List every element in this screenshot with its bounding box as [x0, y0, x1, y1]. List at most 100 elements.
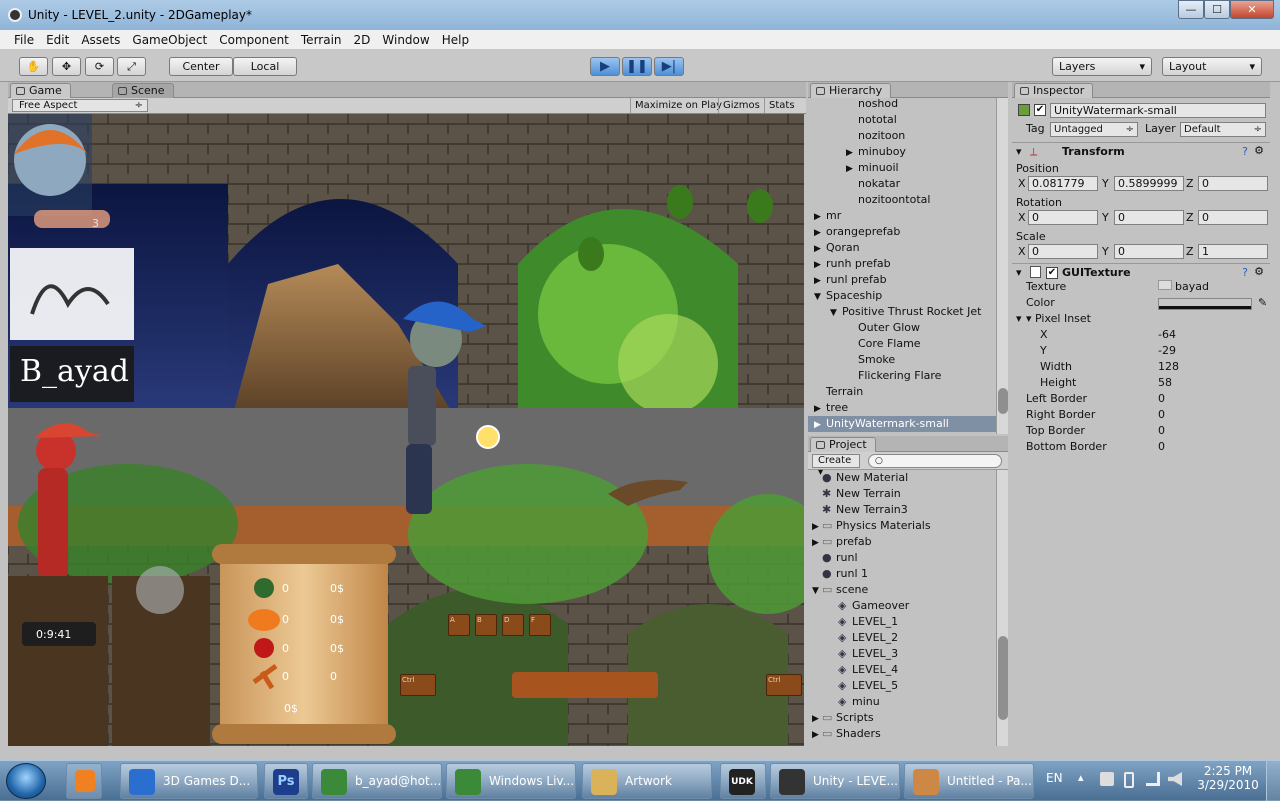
- close-button[interactable]: ✕: [1230, 0, 1274, 19]
- maximize-button[interactable]: ☐: [1204, 0, 1230, 19]
- hierarchy-item[interactable]: ▶ runh prefab: [808, 256, 996, 272]
- hierarchy-item[interactable]: ▶ tree: [808, 400, 996, 416]
- project-scrollbar[interactable]: [996, 470, 1008, 746]
- project-search-input[interactable]: ○: [868, 454, 1002, 468]
- hierarchy-scrollbar[interactable]: [996, 98, 1008, 434]
- menu-terrain[interactable]: Terrain: [295, 33, 348, 47]
- scale-x-field[interactable]: 0: [1028, 244, 1098, 259]
- hierarchy-item[interactable]: Smoke: [808, 352, 996, 368]
- hierarchy-item[interactable]: Outer Glow: [808, 320, 996, 336]
- help-icon[interactable]: ?: [1242, 266, 1248, 279]
- hierarchy-item[interactable]: nozitoon: [808, 128, 996, 144]
- project-item[interactable]: ◈ LEVEL_4: [808, 662, 996, 678]
- expand-arrow-icon[interactable]: ▼: [812, 583, 822, 599]
- start-button[interactable]: [6, 763, 46, 799]
- media-player-button[interactable]: [66, 763, 102, 799]
- project-item[interactable]: ◈ LEVEL_3: [808, 646, 996, 662]
- hierarchy-item[interactable]: ▶ runl prefab: [808, 272, 996, 288]
- tab-inspector[interactable]: Inspector: [1014, 83, 1094, 98]
- project-item[interactable]: ✱ New Terrain3: [808, 502, 996, 518]
- transform-header[interactable]: ▾ ⟂ Transform ? ⚙: [1012, 142, 1270, 160]
- menu-help[interactable]: Help: [436, 33, 475, 47]
- inset-x-value[interactable]: -64: [1158, 328, 1176, 342]
- play-button[interactable]: ▶: [590, 57, 620, 76]
- project-item[interactable]: ◈ LEVEL_2: [808, 630, 996, 646]
- eyedropper-icon[interactable]: ✎: [1258, 296, 1267, 310]
- scroll-thumb[interactable]: [998, 636, 1008, 720]
- tab-hierarchy[interactable]: Hierarchy: [810, 83, 892, 98]
- project-item[interactable]: ● runl: [808, 550, 996, 566]
- taskbar-app-button[interactable]: Untitled - Pa...: [904, 763, 1034, 799]
- gizmos-toggle[interactable]: Gizmos: [718, 98, 764, 113]
- project-item[interactable]: ● New Material: [808, 470, 996, 486]
- rotation-y-field[interactable]: 0: [1114, 210, 1184, 225]
- taskbar-app-button[interactable]: Artwork: [582, 763, 712, 799]
- expand-arrow-icon[interactable]: ▶: [814, 209, 826, 225]
- object-name-field[interactable]: UnityWatermark-small: [1050, 103, 1266, 118]
- expand-arrow-icon[interactable]: ▶: [814, 417, 826, 433]
- expand-arrow-icon[interactable]: ▶: [812, 727, 822, 743]
- border-value[interactable]: 0: [1158, 440, 1165, 454]
- signal-icon[interactable]: [1146, 772, 1160, 786]
- expand-arrow-icon[interactable]: ▶: [814, 241, 826, 257]
- network-icon[interactable]: [1100, 772, 1114, 786]
- hand-tool-button[interactable]: ✋: [19, 57, 48, 76]
- taskbar-app-button[interactable]: Ps: [264, 763, 308, 799]
- project-item[interactable]: ▶ ▭ Shaders: [808, 726, 996, 742]
- menu-assets[interactable]: Assets: [75, 33, 126, 47]
- clock[interactable]: 2:25 PM 3/29/2010: [1196, 764, 1260, 792]
- expand-arrow-icon[interactable]: ▶: [846, 161, 858, 177]
- menu-edit[interactable]: Edit: [40, 33, 75, 47]
- taskbar-app-button[interactable]: Unity - LEVE...: [770, 763, 900, 799]
- expand-arrow-icon[interactable]: ▶: [812, 519, 822, 535]
- move-tool-button[interactable]: ✥: [52, 57, 81, 76]
- taskbar-app-button[interactable]: UDK: [720, 763, 766, 799]
- expand-arrow-icon[interactable]: ▶: [814, 401, 826, 417]
- menu-2d[interactable]: 2D: [348, 33, 377, 47]
- project-item[interactable]: ▼ ▭ scene: [808, 582, 996, 598]
- show-desktop-button[interactable]: [1266, 761, 1280, 801]
- position-x-field[interactable]: 0.081779: [1028, 176, 1098, 191]
- project-item[interactable]: ✱ New Terrain: [808, 486, 996, 502]
- expand-arrow-icon[interactable]: ▶: [814, 273, 826, 289]
- step-button[interactable]: ▶|: [654, 57, 684, 76]
- hierarchy-item[interactable]: ▶ orangeprefab: [808, 224, 996, 240]
- hierarchy-item[interactable]: ▶ minuoil: [808, 160, 996, 176]
- hierarchy-item[interactable]: Core Flame: [808, 336, 996, 352]
- hierarchy-item[interactable]: ▶ minuboy: [808, 144, 996, 160]
- position-y-field[interactable]: 0.5899999: [1114, 176, 1184, 191]
- scroll-thumb[interactable]: [998, 388, 1008, 414]
- hierarchy-item[interactable]: ▼ Spaceship: [808, 288, 996, 304]
- tag-dropdown[interactable]: Untagged ÷: [1050, 122, 1138, 137]
- pivot-local-button[interactable]: Local: [233, 57, 297, 76]
- inset-y-value[interactable]: -29: [1158, 344, 1176, 358]
- rotation-x-field[interactable]: 0: [1028, 210, 1098, 225]
- inset-width-value[interactable]: 128: [1158, 360, 1179, 374]
- scale-tool-button[interactable]: ⤢: [117, 57, 146, 76]
- pixel-inset-label[interactable]: ▾ Pixel Inset: [1026, 312, 1091, 326]
- pivot-center-button[interactable]: Center: [169, 57, 233, 76]
- project-item[interactable]: ◈ Gameover: [808, 598, 996, 614]
- border-value[interactable]: 0: [1158, 424, 1165, 438]
- component-enabled-checkbox[interactable]: ✔: [1046, 267, 1058, 279]
- aspect-dropdown[interactable]: Free Aspect ÷: [12, 99, 148, 112]
- scale-z-field[interactable]: 1: [1198, 244, 1268, 259]
- hierarchy-item[interactable]: ▶ Qoran: [808, 240, 996, 256]
- maximize-on-play-toggle[interactable]: Maximize on Play: [630, 98, 726, 113]
- tab-project[interactable]: Project: [810, 437, 876, 452]
- color-swatch[interactable]: [1158, 298, 1252, 310]
- border-value[interactable]: 0: [1158, 408, 1165, 422]
- hierarchy-item-selected[interactable]: ▶ UnityWatermark-small: [808, 416, 996, 432]
- layer-dropdown[interactable]: Default ÷: [1180, 122, 1266, 137]
- expand-arrow-icon[interactable]: ▶: [814, 257, 826, 273]
- rotation-z-field[interactable]: 0: [1198, 210, 1268, 225]
- hierarchy-item[interactable]: nozitoontotal: [808, 192, 996, 208]
- project-item[interactable]: ◈ minu: [808, 694, 996, 710]
- guitexture-header[interactable]: ▾ ✔ GUITexture ? ⚙: [1012, 263, 1270, 281]
- menu-component[interactable]: Component: [213, 33, 295, 47]
- taskbar-app-button[interactable]: Windows Liv...: [446, 763, 576, 799]
- expand-arrow-icon[interactable]: ▼: [814, 289, 826, 305]
- project-item[interactable]: ● runl 1: [808, 566, 996, 582]
- project-item[interactable]: ◈ LEVEL_1: [808, 614, 996, 630]
- scale-y-field[interactable]: 0: [1114, 244, 1184, 259]
